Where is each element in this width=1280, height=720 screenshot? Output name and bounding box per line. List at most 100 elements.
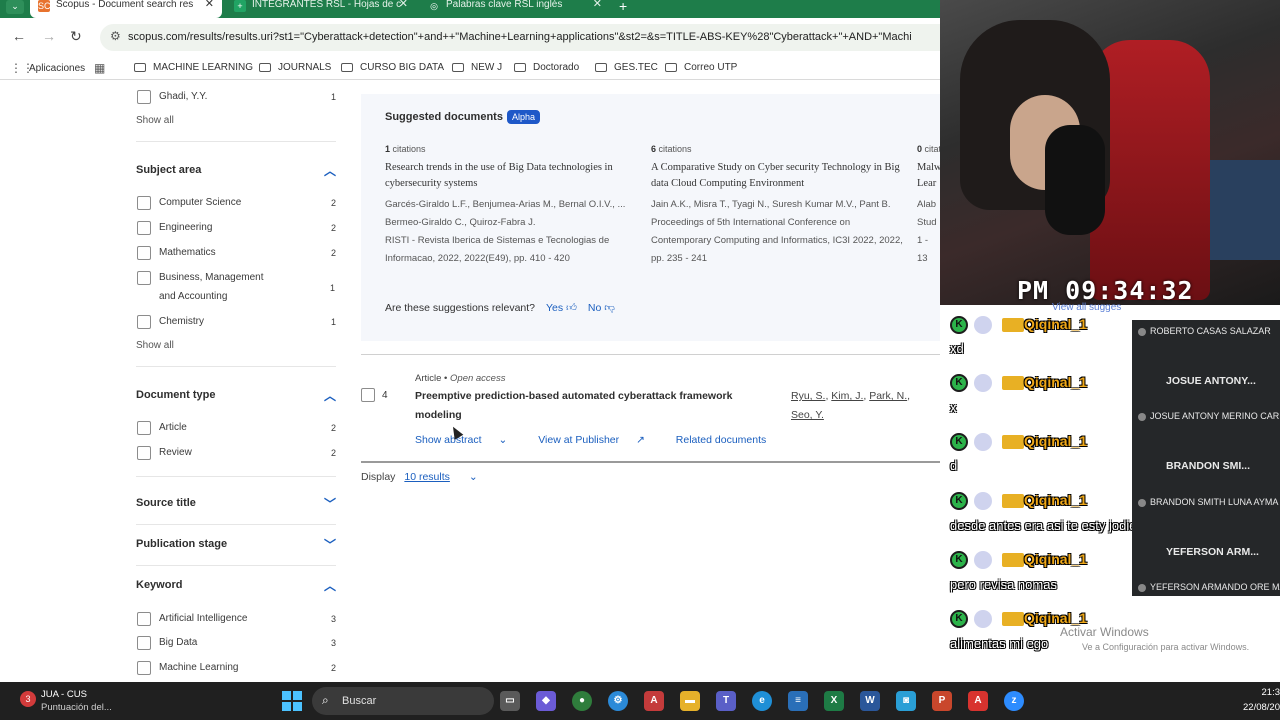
author-link[interactable]: Kim, J.	[831, 390, 863, 402]
bookmark-new-j[interactable]: NEW J	[452, 62, 502, 73]
suggested-doc-title[interactable]: A Comparative Study on Cyber security Te…	[651, 160, 906, 192]
related-documents-link[interactable]: Related documents	[676, 434, 766, 446]
view-at-publisher-link[interactable]: View at Publisher ↗	[538, 434, 659, 446]
checkbox[interactable]	[137, 636, 151, 650]
results-per-page-select[interactable]: 10 results	[404, 471, 450, 483]
settings-icon[interactable]: ⚙	[608, 691, 628, 711]
filter-subject-business[interactable]: Business, Management and Accounting 1	[136, 271, 336, 306]
notepad-icon[interactable]: ≡	[788, 691, 808, 711]
notification-badge-icon[interactable]: 3	[20, 691, 36, 707]
word-icon[interactable]: W	[860, 691, 880, 711]
chevron-down-icon[interactable]: ﹀	[324, 495, 336, 512]
suggested-card-cut[interactable]: 0 citations Malw Lear Alab Stud 1 - 13	[917, 144, 940, 268]
checkbox[interactable]	[137, 221, 151, 235]
view-all-suggestions-link[interactable]: View all sugges	[1052, 302, 1121, 313]
document-type-header[interactable]: Document type ︿	[136, 387, 336, 404]
suggested-card[interactable]: 1 citations Research trends in the use o…	[385, 144, 640, 268]
address-bar[interactable]: ⚙ scopus.com/results/results.uri?st1="Cy…	[100, 24, 960, 51]
acrobat-icon[interactable]: A	[644, 691, 664, 711]
filter-count: 1	[330, 317, 336, 327]
source-title-header[interactable]: Source title ﹀	[136, 495, 336, 512]
filter-subject-chemistry[interactable]: Chemistry 1	[136, 315, 336, 331]
no-button[interactable]: No 👎︎	[588, 302, 615, 314]
checkbox[interactable]	[137, 315, 151, 329]
checkbox[interactable]	[137, 271, 151, 285]
chevron-up-icon[interactable]: ︿	[324, 162, 336, 179]
close-tab-icon[interactable]: ✕	[399, 0, 408, 10]
close-tab-icon[interactable]: ✕	[593, 0, 602, 10]
bookmark-journals[interactable]: JOURNALS	[259, 62, 331, 73]
site-info-icon[interactable]: ⚙	[110, 29, 121, 43]
new-tab-icon[interactable]: +	[619, 0, 627, 14]
bookmark-doctorado[interactable]: Doctorado	[514, 62, 579, 73]
tab-palabras[interactable]: ◎ Palabras clave RSL inglés ✕	[420, 0, 610, 18]
filter-subject-mathematics[interactable]: Mathematics 2	[136, 246, 336, 262]
chevron-down-icon[interactable]: ﹀	[324, 536, 336, 553]
keyword-header[interactable]: Keyword ︿	[136, 577, 336, 594]
filter-doctype-article[interactable]: Article 2	[136, 421, 336, 437]
subject-area-header[interactable]: Subject area ︿	[136, 162, 336, 179]
yes-button[interactable]: Yes 👍︎	[546, 302, 577, 314]
filter-keyword-machine-learning[interactable]: Machine Learning 2	[136, 661, 336, 677]
copilot-icon[interactable]: ◆	[536, 691, 556, 711]
action-label: Show abstract	[415, 434, 482, 446]
checkbox[interactable]	[137, 196, 151, 210]
powerpoint-icon[interactable]: P	[932, 691, 952, 711]
show-abstract-button[interactable]: Show abstract ⌄	[415, 434, 521, 446]
author-link[interactable]: Ryu, S.	[791, 390, 825, 402]
back-icon[interactable]: ←	[12, 28, 26, 44]
filter-author-ghadi[interactable]: Ghadi, Y.Y. 1	[136, 90, 336, 106]
author-link[interactable]: Park, N.	[869, 390, 907, 402]
checkbox[interactable]	[137, 90, 151, 104]
bookmark-correo-utp[interactable]: Correo UTP	[665, 62, 737, 73]
bookmark-machine-learning[interactable]: MACHINE LEARNING	[134, 62, 253, 73]
teams-icon[interactable]: T	[716, 691, 736, 711]
taskbar-date[interactable]: 22/08/20	[1236, 702, 1280, 713]
bookmark-apps-grid[interactable]: ▦	[94, 62, 113, 74]
show-all-authors-link[interactable]: Show all	[136, 115, 174, 126]
show-all-subjects-link[interactable]: Show all	[136, 340, 174, 351]
tab-scopus[interactable]: SC Scopus - Document search res ✕	[30, 0, 222, 18]
filter-subject-computer-science[interactable]: Computer Science 2	[136, 196, 336, 212]
filter-subject-engineering[interactable]: Engineering 2	[136, 221, 336, 237]
result-title-link[interactable]: Preemptive prediction-based automated cy…	[415, 387, 765, 425]
filter-keyword-big-data[interactable]: Big Data 3	[136, 636, 336, 652]
chrome-icon[interactable]: ●	[572, 691, 592, 711]
chevron-up-icon[interactable]: ︿	[324, 387, 336, 404]
filter-doctype-review[interactable]: Review 2	[136, 446, 336, 462]
notification-title[interactable]: JUA - CUS	[41, 689, 87, 700]
suggested-doc-title[interactable]: Malw Lear	[917, 160, 940, 192]
webcam-feed	[940, 0, 1280, 305]
chevron-up-icon[interactable]: ︿	[324, 577, 336, 594]
zoom-icon[interactable]: z	[1004, 691, 1024, 711]
tab-search-icon[interactable]: ⌄	[6, 0, 24, 14]
publication-stage-header[interactable]: Publication stage ﹀	[136, 536, 336, 553]
edge-icon[interactable]: e	[752, 691, 772, 711]
task-view-icon[interactable]: ▭	[500, 691, 520, 711]
bookmark-curso-big-data[interactable]: CURSO BIG DATA	[341, 62, 444, 73]
checkbox[interactable]	[137, 246, 151, 260]
bookmark-apps[interactable]: ⋮⋮ Aplicaciones	[10, 62, 85, 74]
taskbar-search[interactable]: ⌕ Buscar	[312, 687, 494, 715]
checkbox[interactable]	[137, 446, 151, 460]
result-checkbox[interactable]	[361, 388, 375, 402]
chevron-down-icon[interactable]: ⌄	[469, 471, 478, 483]
checkbox[interactable]	[137, 421, 151, 435]
suggested-card[interactable]: 6 citations A Comparative Study on Cyber…	[651, 144, 906, 268]
taskbar-time[interactable]: 21:3	[1236, 687, 1280, 698]
checkbox[interactable]	[137, 612, 151, 626]
bookmark-gestec[interactable]: GES.TEC	[595, 62, 658, 73]
close-tab-icon[interactable]: ✕	[205, 0, 214, 10]
file-explorer-icon[interactable]: ▬	[680, 691, 700, 711]
tab-integrantes[interactable]: + INTEGRANTES RSL - Hojas de c ✕	[226, 0, 416, 18]
pdf-reader-icon[interactable]: A	[968, 691, 988, 711]
author-link[interactable]: Seo, Y.	[791, 409, 824, 421]
messaging-app-icon[interactable]: ◙	[896, 691, 916, 711]
suggested-doc-title[interactable]: Research trends in the use of Big Data t…	[385, 160, 640, 192]
reload-icon[interactable]: ↻	[70, 28, 82, 45]
windows-start-icon[interactable]	[282, 691, 302, 711]
excel-icon[interactable]: X	[824, 691, 844, 711]
forward-icon[interactable]: →	[42, 28, 56, 44]
filter-keyword-ai[interactable]: Artificial Intelligence 3	[136, 612, 336, 628]
checkbox[interactable]	[137, 661, 151, 675]
